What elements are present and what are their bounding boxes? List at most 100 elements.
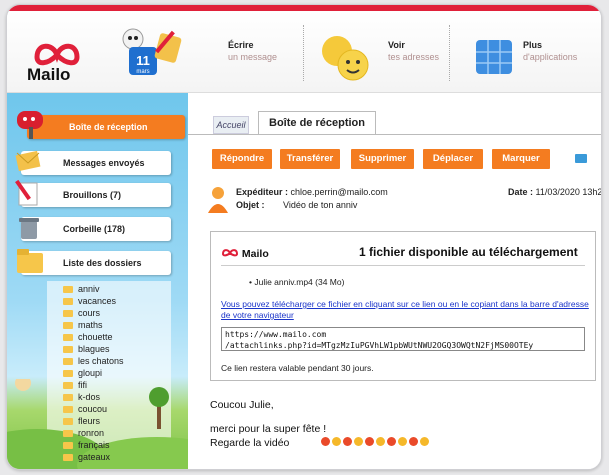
sent-envelope-icon (15, 150, 41, 172)
sidebar-item-folder-list[interactable]: Liste des dossiers (17, 249, 171, 275)
notice-logo: Mailo (221, 248, 269, 260)
folder-item[interactable]: gloupi (63, 367, 102, 379)
trash-can-icon (19, 218, 39, 239)
date-value: 11/03/2020 13h20 (535, 187, 602, 197)
folder-item[interactable]: fleurs (63, 415, 100, 427)
view-title: Voir (388, 40, 405, 50)
folder-label: anniv (78, 284, 100, 294)
folder-icon (63, 358, 73, 365)
more-apps-link[interactable]: Plus d'applications (523, 39, 577, 63)
laughing-emoji-icon (376, 437, 385, 446)
folder-item[interactable]: maths (63, 319, 103, 331)
smiley-contacts-icon[interactable] (319, 33, 371, 83)
url-line-2: /attachlinks.php?id=MTgzMzIuPGVhLW1pbWUt… (225, 341, 534, 350)
folder-icon (63, 406, 73, 413)
sidebar-item-inbox[interactable]: Boîte de réception (17, 111, 185, 139)
write-title: Écrire (228, 40, 254, 50)
tab-bar: Accueil Boîte de réception (188, 93, 601, 141)
write-message-link[interactable]: Écrire un message (228, 39, 277, 63)
logo-text[interactable]: Mailo (27, 65, 70, 85)
attachment-file: • Julie anniv.mp4 (34 Mo) (249, 277, 345, 287)
folder-label: ronron (78, 428, 105, 438)
mailbox-icon (17, 111, 43, 139)
sender-address[interactable]: chloe.perrin@mailo.com (291, 187, 388, 197)
forward-button[interactable]: Transférer (280, 149, 340, 169)
laughing-emoji-icon (332, 437, 341, 446)
calendar-mascot-icon[interactable]: 11 mars (119, 27, 183, 79)
tab-inbox[interactable]: Boîte de réception (258, 111, 376, 135)
laughing-emoji-icon (354, 437, 363, 446)
folder-label: blagues (78, 344, 110, 354)
url-box[interactable]: https://www.mailo.com /attachlinks.php?i… (221, 327, 585, 351)
folder-label: gloupi (78, 368, 103, 378)
body-greeting: Coucou Julie, (210, 399, 274, 411)
sender-row: Expéditeur : chloe.perrin@mailo.com (236, 187, 388, 197)
folder-label: vacances (78, 296, 117, 306)
mark-button[interactable]: Marquer (492, 149, 550, 169)
emoji-row (321, 437, 431, 447)
folder-item[interactable]: gateaux (63, 451, 110, 463)
attachment-name: Julie anniv.mp4 (34 Mo) (254, 277, 345, 287)
delete-button[interactable]: Supprimer (351, 149, 414, 169)
sidebar-item-label: Liste des dossiers (63, 258, 142, 268)
notice-logo-text: Mailo (241, 248, 269, 260)
calendar-month: mars (136, 69, 149, 75)
folder-label: gateaux (78, 452, 111, 462)
laughing-emoji-icon (398, 437, 407, 446)
move-button[interactable]: Déplacer (423, 149, 483, 169)
apps-grid-icon[interactable] (473, 37, 515, 77)
reply-button[interactable]: Répondre (212, 149, 272, 169)
envelope-icon[interactable] (575, 154, 587, 163)
folder-icon (63, 370, 73, 377)
folder-item[interactable]: vacances (63, 295, 116, 307)
sidebar-item-trash[interactable]: Corbeille (178) (19, 217, 171, 241)
folder-item[interactable]: chouette (63, 331, 113, 343)
body-line-1: merci pour la super fête ! (210, 423, 327, 435)
header-divider (303, 25, 304, 81)
tab-divider (188, 134, 601, 135)
folder-label: français (78, 440, 110, 450)
sidebar-item-drafts[interactable]: Brouillons (7) (15, 179, 171, 207)
sidebar-item-label: Brouillons (7) (63, 190, 121, 200)
heart-eyes-emoji-icon (365, 437, 374, 446)
sidebar-item-label: Messages envoyés (63, 158, 145, 168)
sidebar-item-sent[interactable]: Messages envoyés (15, 150, 171, 175)
heart-eyes-emoji-icon (387, 437, 396, 446)
folder-item[interactable]: anniv (63, 283, 100, 295)
view-addresses-link[interactable]: Voir tes adresses (388, 39, 439, 63)
folder-item[interactable]: k-dos (63, 391, 100, 403)
message-header: Expéditeur : chloe.perrin@mailo.com Obje… (208, 185, 602, 217)
folder-item[interactable]: coucou (63, 403, 107, 415)
header-divider (449, 25, 450, 81)
toolbar: Répondre Transférer Supprimer Déplacer M… (188, 141, 601, 175)
tab-home[interactable]: Accueil (213, 116, 249, 134)
subject-text: Vidéo de ton anniv (283, 200, 358, 210)
folder-icon (63, 430, 73, 437)
subject-row: Objet : Vidéo de ton anniv (236, 200, 357, 210)
folder-label: les chatons (78, 356, 124, 366)
laughing-emoji-icon (420, 437, 429, 446)
folder-icon (63, 334, 73, 341)
download-link[interactable]: Vous pouvez télécharger ce fichier en cl… (221, 299, 591, 321)
heart-eyes-emoji-icon (321, 437, 330, 446)
folder-icon (63, 418, 73, 425)
calendar-day: 11 (136, 53, 150, 68)
folder-label: maths (78, 320, 103, 330)
body-line-2: Regarde la vidéo (210, 437, 290, 449)
folder-item[interactable]: fifi (63, 379, 87, 391)
folder-item[interactable]: les chatons (63, 355, 124, 367)
folder-label: k-dos (78, 392, 101, 402)
main-panel: Accueil Boîte de réception Répondre Tran… (188, 93, 602, 469)
folder-label: coucou (78, 404, 108, 414)
folder-item[interactable]: ronron (63, 427, 104, 439)
folder-stack-icon (17, 249, 43, 273)
folder-icon (63, 346, 73, 353)
folder-item[interactable]: blagues (63, 343, 110, 355)
mailo-window: Mailo 11 mars Écrire un message Voir tes… (6, 4, 602, 470)
folder-item[interactable]: cours (63, 307, 100, 319)
folder-icon (63, 322, 73, 329)
folder-label: chouette (78, 332, 113, 342)
folder-item[interactable]: français (63, 439, 110, 451)
sender-label: Expéditeur : (236, 187, 289, 197)
view-subtitle: tes adresses (388, 52, 440, 62)
